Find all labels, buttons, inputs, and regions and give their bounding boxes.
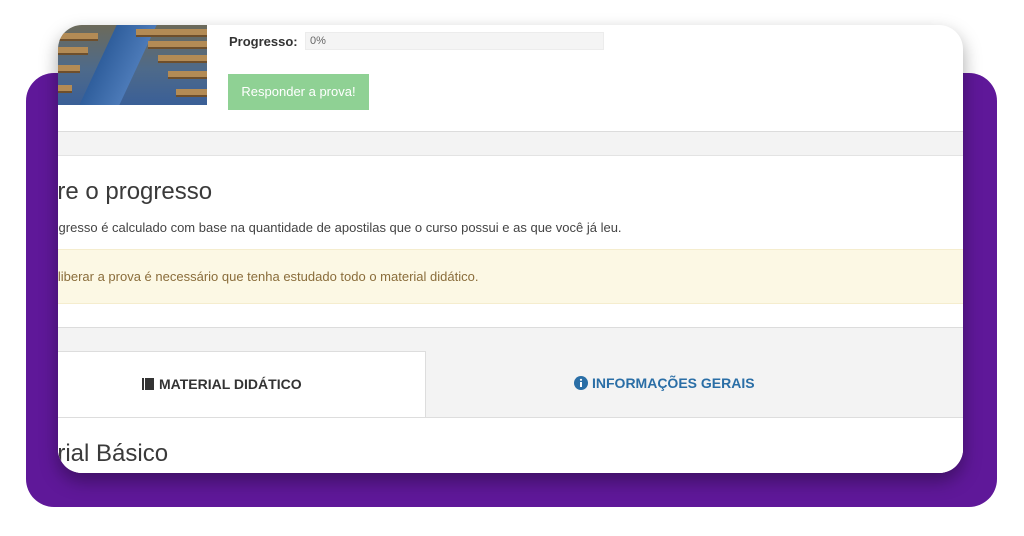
progress-percent: 0% [310,35,326,47]
screenshot-card: Progresso: 0% Responder a prova! bre o p… [58,25,963,473]
progress-section-title: bre o progresso [58,178,213,205]
progress-bar: 0% [305,32,604,50]
alert-text: a liberar a prova é necessário que tenha… [58,269,479,284]
tabs-area: MATERIAL DIDÁTICO INFORMAÇÕES GERAIS eri… [58,327,963,473]
course-thumbnail [58,25,207,105]
section-divider [58,131,963,156]
tab-material-label: MATERIAL DIDÁTICO [159,376,302,392]
info-circle-icon [574,376,588,393]
respond-exam-button[interactable]: Responder a prova! [228,74,369,110]
book-icon [141,377,155,394]
progress-label: Progresso: [229,34,298,49]
tab-material-didatico[interactable]: MATERIAL DIDÁTICO [58,351,426,418]
tab-content: erial Básico [58,417,963,473]
warning-alert: a liberar a prova é necessário que tenha… [58,249,963,304]
material-section-title: erial Básico [58,440,169,467]
tab-informacoes-label: INFORMAÇÕES GERAIS [592,375,755,391]
progress-description: rogresso é calculado com base na quantid… [58,220,622,235]
tab-informacoes-gerais[interactable]: INFORMAÇÕES GERAIS [426,351,963,417]
